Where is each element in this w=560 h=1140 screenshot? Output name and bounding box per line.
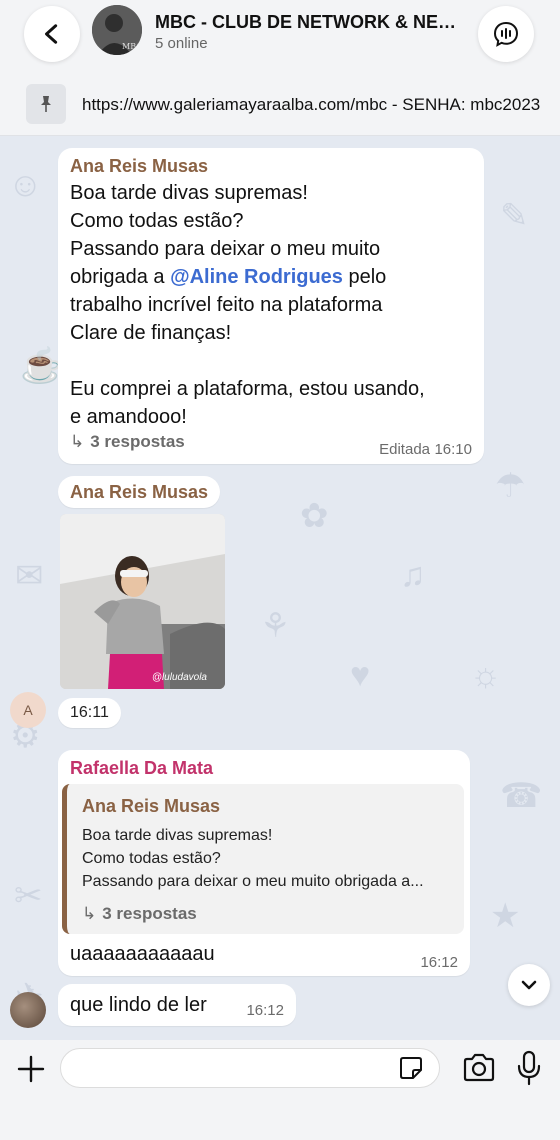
chat-header: MBC MBC - CLUB DE NETWORK & NETWORKING 5… bbox=[0, 0, 560, 80]
pinned-message-bar[interactable]: https://www.galeriamayaraalba.com/mbc - … bbox=[0, 80, 560, 136]
voice-call-icon bbox=[493, 21, 519, 47]
group-title[interactable]: MBC - CLUB DE NETWORK & NETWORKING bbox=[155, 12, 465, 33]
sender-name[interactable]: Ana Reis Musas bbox=[70, 156, 208, 177]
reply-arrow-icon: ↳ bbox=[70, 432, 85, 451]
message-photo[interactable]: @luludavola bbox=[60, 514, 225, 689]
pinned-message-text[interactable]: https://www.galeriamayaraalba.com/mbc - … bbox=[82, 95, 542, 115]
replies-count: 3 respostas bbox=[102, 904, 197, 923]
group-avatar-image: MBC bbox=[92, 5, 142, 55]
sender-avatar[interactable]: A bbox=[10, 692, 46, 728]
microphone-icon[interactable] bbox=[516, 1050, 542, 1086]
sticker-icon[interactable] bbox=[398, 1055, 424, 1081]
message-bubble[interactable]: Rafaella Da Mata Ana Reis Musas Boa tard… bbox=[58, 750, 470, 976]
quoted-message[interactable]: Ana Reis Musas Boa tarde divas supremas!… bbox=[62, 784, 464, 934]
voice-call-button[interactable] bbox=[478, 6, 534, 62]
message-time: 16:10 bbox=[434, 441, 472, 458]
quoted-text: Boa tarde divas supremas! Como todas est… bbox=[82, 827, 424, 890]
edited-label: Editada bbox=[379, 441, 430, 458]
sender-avatar[interactable] bbox=[10, 992, 46, 1028]
message-bubble[interactable]: que lindo de ler 16:12 bbox=[58, 984, 296, 1026]
camera-icon[interactable] bbox=[462, 1052, 496, 1084]
message-time: 16:11 bbox=[70, 704, 109, 721]
message-time: 16:12 bbox=[420, 954, 458, 971]
svg-text:MBC: MBC bbox=[122, 42, 142, 51]
pin-button[interactable] bbox=[26, 84, 66, 124]
message-input[interactable] bbox=[60, 1048, 440, 1088]
message-time-pill: 16:11 bbox=[58, 698, 121, 728]
sender-name-pill[interactable]: Ana Reis Musas bbox=[58, 476, 221, 508]
sender-name[interactable]: Ana Reis Musas bbox=[70, 482, 208, 503]
back-button[interactable] bbox=[24, 6, 80, 62]
quoted-replies[interactable]: ↳ 3 respostas bbox=[82, 904, 197, 924]
message-meta: 16:12 bbox=[246, 1002, 284, 1020]
online-count: 5 online bbox=[155, 35, 208, 52]
replies-link[interactable]: ↳ 3 respostas bbox=[70, 432, 185, 452]
message-text-part: pelo trabalho incrível feito na platafor… bbox=[70, 266, 425, 428]
message-time: 16:12 bbox=[246, 1002, 284, 1019]
message-meta: Editada 16:10 bbox=[379, 441, 472, 459]
user-mention[interactable]: @Aline Rodrigues bbox=[170, 266, 343, 288]
message-text: Boa tarde divas supremas! Como todas est… bbox=[70, 179, 480, 431]
chevron-down-icon bbox=[521, 980, 537, 990]
message-text: uaaaaaaaaaaau bbox=[70, 943, 215, 965]
message-meta: 16:12 bbox=[420, 954, 458, 972]
scroll-to-bottom-button[interactable] bbox=[508, 964, 550, 1006]
photo-watermark: @luludavola bbox=[151, 672, 207, 683]
back-arrow-icon bbox=[45, 24, 58, 44]
pin-icon bbox=[41, 96, 51, 112]
quoted-sender: Ana Reis Musas bbox=[82, 796, 221, 816]
sender-name[interactable]: Rafaella Da Mata bbox=[70, 758, 213, 779]
photo-image bbox=[60, 514, 225, 689]
message-text: que lindo de ler bbox=[70, 994, 207, 1016]
group-avatar[interactable]: MBC bbox=[92, 5, 142, 55]
reply-arrow-icon: ↳ bbox=[82, 904, 97, 923]
message-composer bbox=[0, 1040, 560, 1140]
message-bubble[interactable]: Ana Reis Musas Boa tarde divas supremas!… bbox=[58, 148, 484, 464]
plus-icon[interactable] bbox=[14, 1052, 48, 1086]
replies-count: 3 respostas bbox=[90, 432, 185, 451]
